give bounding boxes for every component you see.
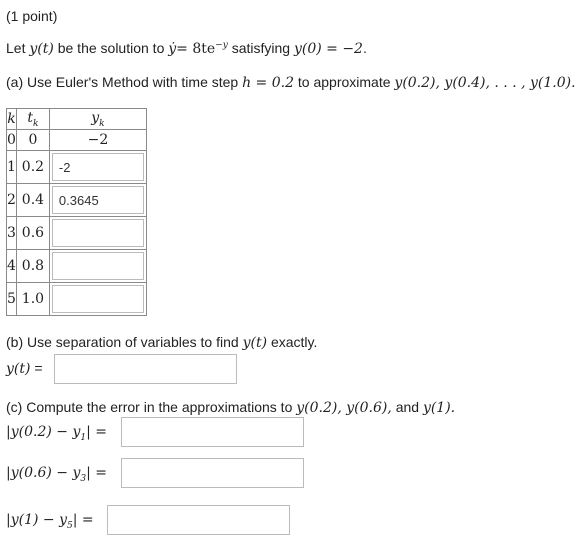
part-a-to-approx: to approximate: [297, 74, 391, 90]
row4-k: 4: [6, 249, 17, 283]
part-b-text: (b) Use separation of variables to find: [6, 334, 239, 350]
y4-input[interactable]: [51, 252, 144, 280]
y5-input[interactable]: [51, 285, 144, 313]
header-t-sub: k: [33, 118, 39, 129]
part-b-eq: =: [34, 360, 43, 376]
table-row: 5 1.0: [6, 282, 147, 316]
header-t: tk: [15, 108, 50, 130]
intro-initial-condition: y(0) = −2: [293, 41, 363, 57]
part-a-text: (a) Use Euler's Method with time step: [6, 74, 239, 90]
intro-exponent: −y: [215, 40, 228, 51]
error-3-close: | =: [72, 512, 94, 528]
header-y-sub: k: [99, 118, 105, 129]
error-2-text: |y(0.6) − y: [6, 465, 81, 481]
table-row: 1 0.2: [6, 150, 147, 184]
row1-k: 1: [6, 150, 17, 184]
row4-t: 0.8: [15, 249, 50, 283]
row5-t: 1.0: [15, 282, 50, 316]
header-k: k: [6, 108, 17, 130]
part-c-prompt: (c) Compute the error in the approximati…: [6, 399, 455, 416]
part-b-label: y(t): [6, 361, 31, 377]
intro-equation-rhs: = 8te: [176, 41, 216, 57]
table-row: 4 0.8: [6, 249, 147, 283]
row0-k: 0: [6, 129, 17, 151]
error-label-1: |y(0.2) − y1| =: [6, 424, 107, 443]
error-1-close: | =: [86, 424, 107, 440]
part-a-step: h = 0.2: [242, 75, 295, 91]
intro-satisfying: satisfying: [231, 40, 291, 56]
intro-ydot: ẏ: [168, 41, 177, 57]
error-label-3: |y(1) − y5| =: [6, 512, 94, 531]
row3-t: 0.6: [15, 216, 50, 250]
header-y: yk: [48, 108, 147, 130]
error-5-input[interactable]: [107, 505, 290, 535]
intro-y-of-t: y(t): [29, 41, 54, 57]
y2-input[interactable]: [51, 186, 144, 214]
row3-k: 3: [6, 216, 17, 250]
row0-y: −2: [48, 129, 147, 151]
y3-input[interactable]: [51, 219, 144, 247]
intro-end: .: [362, 40, 367, 56]
part-c-last: y(1).: [422, 400, 456, 416]
error-1-text: |y(0.2) − y: [6, 424, 81, 440]
y-of-t-input[interactable]: [54, 354, 237, 384]
part-c-text: (c) Compute the error in the approximati…: [6, 399, 293, 415]
intro-prefix: Let: [6, 40, 26, 56]
row1-t: 0.2: [15, 150, 50, 184]
intro-middle: be the solution to: [57, 40, 165, 56]
error-3-input[interactable]: [121, 458, 304, 488]
part-b-answer-label: y(t) =: [6, 360, 43, 377]
part-c-and: and: [395, 399, 420, 415]
table-header-row: k tk yk: [6, 108, 147, 130]
problem-statement: Let y(t) be the solution to ẏ= 8te−y sat…: [6, 40, 367, 57]
table-row: 3 0.6: [6, 216, 147, 250]
error-1-input[interactable]: [121, 417, 304, 447]
row0-t: 0: [15, 129, 50, 151]
euler-table: k tk yk 0 0 −2 1 0.2 2 0.4 3 0.6 4 0.8 5…: [6, 108, 147, 316]
row5-k: 5: [6, 282, 17, 316]
points-label: (1 point): [6, 8, 58, 24]
part-a-targets: y(0.2), y(0.4), . . . , y(1.0).: [394, 75, 576, 91]
part-c-targets: y(0.2), y(0.6),: [296, 400, 392, 416]
y1-input[interactable]: [51, 153, 144, 181]
table-row: 2 0.4: [6, 183, 147, 217]
part-b-prompt: (b) Use separation of variables to find …: [6, 334, 317, 351]
part-a-prompt: (a) Use Euler's Method with time step h …: [6, 74, 576, 91]
error-label-2: |y(0.6) − y3| =: [6, 465, 107, 484]
row2-t: 0.4: [15, 183, 50, 217]
header-y-label: y: [91, 109, 100, 126]
table-row: 0 0 −2: [6, 129, 147, 151]
part-b-y-of-t: y(t): [242, 335, 268, 351]
error-3-text: |y(1) − y: [6, 512, 67, 528]
part-b-end: exactly.: [270, 334, 318, 350]
error-2-close: | =: [86, 465, 107, 481]
row2-k: 2: [6, 183, 17, 217]
